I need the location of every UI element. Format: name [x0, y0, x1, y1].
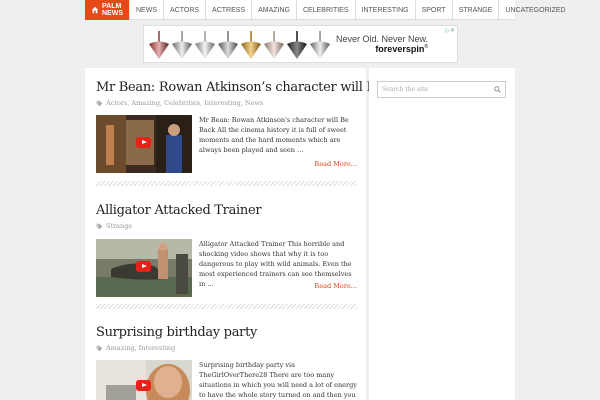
ad-brand-logo: foreverspin® [375, 44, 428, 54]
nav-item-news[interactable]: NEWS [129, 0, 163, 20]
post-list: Mr Bean: Rowan Atkinson’s character will… [85, 68, 419, 400]
post-categories-label[interactable]: Actors, Amazing, Celebrities, Interestin… [106, 99, 263, 107]
read-more-link[interactable]: Read More... [314, 160, 357, 168]
home-icon [91, 6, 99, 14]
nav-item-actress[interactable]: ACTRESS [205, 0, 251, 20]
nav-item-actors[interactable]: ACTORS [163, 0, 205, 20]
post-categories-label[interactable]: Amazing, Interesting [106, 344, 175, 352]
post-divider [96, 181, 357, 186]
post-title[interactable]: Surprising birthday party [96, 325, 357, 340]
post-title[interactable]: Alligator Attacked Trainer [96, 203, 357, 218]
top-navigation: PALM NEWS NEWS ACTORS ACTRESS AMAZING CE… [85, 0, 566, 20]
post-item: Mr Bean: Rowan Atkinson’s character will… [96, 80, 419, 107]
nav-item-sport[interactable]: SPORT [414, 0, 452, 20]
video-thumbnail[interactable] [96, 239, 192, 297]
ad-copy: Never Old. Never New. foreverspin® [336, 34, 428, 54]
play-icon[interactable] [136, 261, 151, 272]
spinning-top-image [263, 28, 285, 62]
post-excerpt: Mr Bean: Rowan Atkinson's character will… [199, 116, 349, 154]
sidebar [369, 68, 515, 400]
nav-item-amazing[interactable]: AMAZING [251, 0, 296, 20]
spinning-top-image [286, 28, 308, 62]
read-more-link[interactable]: Read More... [314, 282, 357, 290]
site-brand-label: PALM NEWS [102, 3, 123, 17]
post-categories-label[interactable]: Strange [106, 222, 132, 230]
post-item: Surprising birthday party Amazing, Inter… [96, 325, 357, 352]
nav-item-celebrities[interactable]: CELEBRITIES [296, 0, 355, 20]
search-icon[interactable] [494, 86, 501, 93]
ad-tagline: Never Old. Never New. [336, 34, 429, 44]
post-categories: Strange [96, 222, 357, 230]
tag-icon [96, 345, 103, 352]
nav-item-interesting[interactable]: INTERESTING [354, 0, 415, 20]
spinning-top-image [309, 28, 331, 62]
play-icon[interactable] [136, 137, 151, 148]
search-input[interactable] [382, 86, 492, 93]
post-item: Alligator Attacked Trainer Strange [96, 203, 357, 230]
ad-product-images [144, 26, 332, 62]
tag-icon [96, 100, 103, 107]
spinning-top-image [217, 28, 239, 62]
tag-icon [96, 223, 103, 230]
nav-item-uncategorized[interactable]: UNCATEGORIZED [498, 0, 571, 20]
ad-banner[interactable]: Never Old. Never New. foreverspin® ▷✕ [143, 25, 458, 63]
search-box[interactable] [377, 81, 506, 98]
spinning-top-image [148, 28, 170, 62]
video-thumbnail[interactable] [96, 360, 192, 400]
spinning-top-image [171, 28, 193, 62]
video-thumbnail[interactable] [96, 115, 192, 173]
spinning-top-image [194, 28, 216, 62]
ad-close-icon[interactable]: ▷✕ [445, 27, 455, 34]
ad-registered-mark: ® [424, 44, 429, 50]
play-icon[interactable] [136, 380, 151, 391]
ad-brand-name: foreverspin [375, 44, 425, 54]
post-categories: Amazing, Interesting [96, 344, 357, 352]
site-brand-link[interactable]: PALM NEWS [85, 0, 129, 20]
post-title[interactable]: Mr Bean: Rowan Atkinson’s character will… [96, 80, 419, 95]
post-categories: Actors, Amazing, Celebrities, Interestin… [96, 99, 357, 107]
spinning-top-image [240, 28, 262, 62]
nav-item-strange[interactable]: STRANGE [451, 0, 499, 20]
post-divider [96, 304, 357, 309]
post-excerpt: Surprising birthday party via TheGirlOve… [199, 361, 357, 399]
